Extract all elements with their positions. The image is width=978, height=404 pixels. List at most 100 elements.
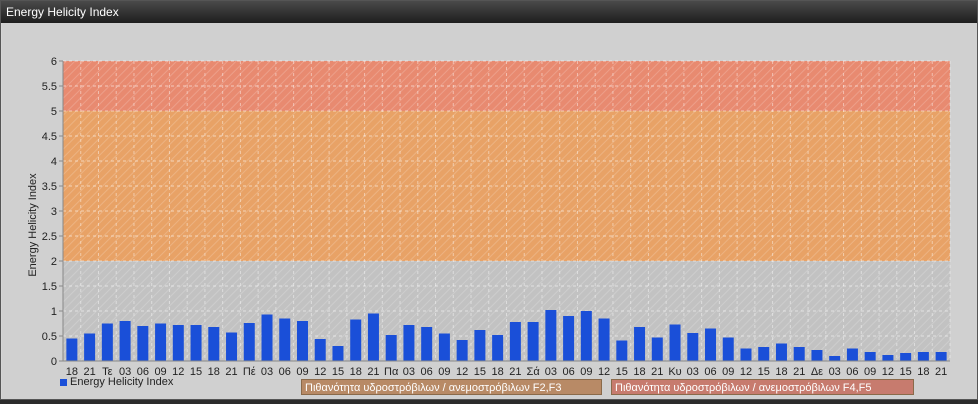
x-tick-label: 12 (314, 366, 326, 378)
bar (66, 338, 78, 361)
x-tick-label: 15 (758, 366, 770, 378)
bar (846, 348, 858, 361)
bar (226, 332, 238, 361)
x-tick-label: 21 (509, 366, 521, 378)
legend: Energy Helicity Index (60, 376, 173, 394)
bar (385, 335, 397, 361)
legend-swatch (60, 378, 67, 386)
bar (243, 323, 255, 361)
x-tick-label: 12 (882, 366, 894, 378)
x-tick-label: Κυ (668, 366, 681, 378)
x-tick-label: 15 (474, 366, 486, 378)
bar (456, 340, 468, 361)
x-tick-label: 06 (279, 366, 291, 378)
bar (261, 314, 273, 361)
bar (509, 322, 521, 361)
bar (580, 311, 592, 361)
y-tick-label: 6 (51, 56, 57, 68)
bar (722, 337, 734, 361)
bar (190, 325, 202, 361)
x-tick-label: 06 (704, 366, 716, 378)
bar (474, 330, 486, 361)
zone-legend-f4-f5: Πιθανότητα υδροστρόβιλων / ανεμοστρόβιλω… (611, 379, 914, 395)
x-tick-label: 03 (261, 366, 273, 378)
bar (296, 321, 308, 361)
bar (421, 327, 433, 361)
chart-area: 0 0.5 1 1.5 2 2.5 3 3.5 4 4.5 5 5.5 6 18 21 Τε 03 06 09 12… (2, 23, 977, 399)
y-tick-label: 3 (51, 206, 57, 218)
x-tick-label: 06 (421, 366, 433, 378)
y-tick-label: 4.5 (42, 131, 57, 143)
x-tick-label: 21 (793, 366, 805, 378)
bar (438, 333, 450, 361)
bar (705, 328, 717, 361)
x-tick-label: 03 (687, 366, 699, 378)
x-tick-label: 21 (225, 366, 237, 378)
x-tick-label: 12 (172, 366, 184, 378)
bar (598, 318, 610, 361)
x-tick-label: 12 (456, 366, 468, 378)
bar (155, 323, 167, 361)
x-tick-label: 03 (545, 366, 557, 378)
x-tick-label: Δε (811, 366, 823, 378)
y-tick-label: 2 (51, 256, 57, 268)
x-tick-label: 18 (350, 366, 362, 378)
bar (651, 337, 663, 361)
bar (669, 324, 681, 361)
x-tick-label: 15 (190, 366, 202, 378)
bar (403, 325, 415, 361)
bar (527, 322, 539, 361)
y-axis-label: Energy Helicity Index (27, 173, 39, 277)
bar (367, 313, 379, 361)
y-tick-label: 0.5 (42, 331, 57, 343)
y-tick-label: 1.5 (42, 281, 57, 293)
bar (775, 343, 787, 361)
bar (208, 327, 220, 361)
x-tick-label: 09 (580, 366, 592, 378)
bar (563, 316, 575, 361)
bar (740, 348, 752, 361)
bar (793, 347, 805, 361)
x-tick-label: 09 (864, 366, 876, 378)
bar (279, 318, 291, 361)
x-tick-label: 09 (438, 366, 450, 378)
x-tick-label: 18 (917, 366, 929, 378)
bar (864, 352, 876, 361)
bar (119, 321, 131, 361)
bar (314, 339, 326, 361)
bar (101, 323, 113, 361)
x-tick-label: 18 (492, 366, 504, 378)
y-tick-label: 5 (51, 106, 57, 118)
y-tick-label: 3.5 (42, 181, 57, 193)
x-tick-label: 12 (740, 366, 752, 378)
legend-series-label: Energy Helicity Index (70, 376, 174, 389)
bar (84, 333, 96, 361)
y-tick-label: 5.5 (42, 81, 57, 93)
x-tick-label: 06 (846, 366, 858, 378)
x-tick-label: 15 (900, 366, 912, 378)
x-tick-label: 18 (208, 366, 220, 378)
bar (758, 347, 770, 361)
bar (900, 353, 912, 361)
bar (616, 340, 628, 361)
x-tick-label: 12 (598, 366, 610, 378)
y-tick-label: 0 (51, 356, 57, 368)
bar (350, 319, 362, 361)
y-tick-label: 2.5 (42, 231, 57, 243)
bar (829, 356, 841, 361)
x-tick-label: Σά (527, 366, 541, 378)
bar (882, 355, 894, 361)
zone-legend-f2-f3: Πιθανότητα υδροστρόβιλων / ανεμοστρόβιλω… (301, 379, 602, 395)
x-tick-label: 03 (829, 366, 841, 378)
x-tick-label: 03 (403, 366, 415, 378)
x-tick-label: 18 (633, 366, 645, 378)
bar (332, 346, 344, 361)
bar (545, 310, 557, 361)
x-tick-label: 09 (296, 366, 308, 378)
x-tick-label: 15 (616, 366, 628, 378)
bar (137, 326, 149, 361)
x-tick-label: 15 (332, 366, 344, 378)
x-tick-label: 21 (935, 366, 947, 378)
y-tick-label: 4 (51, 156, 57, 168)
x-tick-label: Πα (384, 366, 399, 378)
